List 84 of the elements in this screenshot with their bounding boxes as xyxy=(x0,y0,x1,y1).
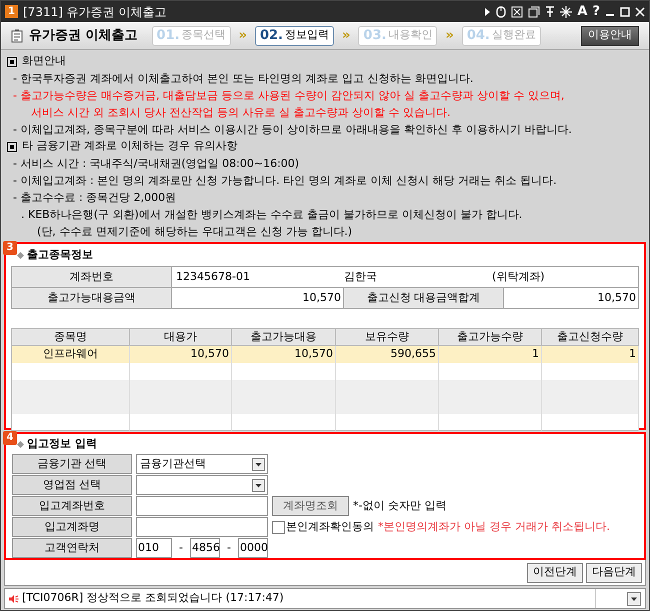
field-label: 입고계좌명 xyxy=(12,517,132,537)
next-step-button[interactable]: 다음단계 xyxy=(586,562,642,582)
field-label: 고객연락처 xyxy=(12,538,132,558)
column-header: 출고신청수량 xyxy=(542,329,639,346)
input-hint: *-없이 숫자만 입력 xyxy=(353,498,446,514)
section-title: 입고정보 입력 xyxy=(27,436,97,452)
caret-icon xyxy=(252,478,265,492)
field-label: 입고계좌번호 xyxy=(12,496,132,516)
field-label: 영업점 선택 xyxy=(12,475,132,495)
table-cell: 10,570 xyxy=(130,346,232,363)
section-number-badge: 3 xyxy=(3,241,17,255)
notice-line: - 이체입고계좌 : 본인 명의 계좌로만 신청 가능합니다. 타인 명의 계좌로 이체 신청시 해당 거래는 취소 됩니다. xyxy=(12,173,558,189)
warning-text: *본인명의계좌가 아닐 경우 거래가 취소됩니다. xyxy=(378,518,610,535)
phone-field[interactable]: 4856 xyxy=(190,538,220,558)
column-header: 출고가능수량 xyxy=(439,329,542,346)
table-cell: 10,570 xyxy=(172,288,344,309)
step-separator: » xyxy=(341,26,352,45)
table-cell: 10,570 xyxy=(504,288,639,309)
window-title: [7311] 유가증권 이체출고 xyxy=(23,4,167,20)
close-icon[interactable] xyxy=(635,6,645,16)
table-cell: 10,570 xyxy=(232,346,336,363)
bullet-icon xyxy=(7,56,17,66)
account-name-field[interactable] xyxy=(136,517,268,537)
consent-label: 본인계좌확인동의 xyxy=(286,518,374,535)
speaker-icon xyxy=(9,594,19,604)
column-header: 종목명 xyxy=(12,329,130,346)
table-cell: 1 xyxy=(439,346,542,363)
section-number-badge: 4 xyxy=(3,431,17,445)
screen-title: 유가증권 이체출고 xyxy=(29,26,138,45)
caret-icon xyxy=(252,458,265,470)
diamond-icon xyxy=(17,252,24,258)
notice-line: - 출고가능수량은 매수증거금, 대출담보금 등으로 사용된 수량이 감안되지 않아 실 출고수량과 상이할 수 있으며, xyxy=(12,88,566,104)
account-type: (위탁계좌) xyxy=(492,269,546,285)
notice-line: . KEB하나은행(구 외환)에서 개설한 뱅키스계좌는 수수료 출금이 불가하므로 이체신청이 불가 합니다. xyxy=(20,207,524,223)
account-name-lookup-button[interactable]: 계좌명조회 xyxy=(272,496,349,516)
help-button[interactable]: 이용안내 xyxy=(581,26,639,46)
mouse-icon[interactable] xyxy=(496,6,506,18)
notice-line: - 한국투자증권 계좌에서 이체출고하여 본인 또는 타인명의 계좌로 입고 신청하는 화면입니다. xyxy=(12,71,474,87)
phone-separator: - xyxy=(226,540,232,556)
notice-heading: 화면안내 xyxy=(22,53,66,70)
step-tab[interactable]: 02.정보입력 xyxy=(254,26,334,46)
window-badge: 1 xyxy=(5,5,18,18)
notice-line: - 출고수수료 : 종목건당 2,000원 xyxy=(12,190,178,206)
step-separator: » xyxy=(444,26,455,45)
notice-line: 서비스 시간 외 조회시 당사 전산작업 등의 사유로 실 출고수량과 상이할 수 있습니다. xyxy=(30,105,452,121)
column-header: 출고가능대용 xyxy=(232,329,336,346)
pin-icon[interactable] xyxy=(545,6,556,18)
notice-line: - 이체입고계좌, 종목구분에 따라 서비스 이용시간 등이 상이하므로 아래내용을 확인하신 후 이용하시기 바랍니다. xyxy=(12,122,573,138)
asterisk-icon[interactable] xyxy=(560,6,572,18)
maximize-icon[interactable] xyxy=(620,6,630,16)
table-cell: 1 xyxy=(542,346,639,363)
account-number-field[interactable] xyxy=(136,496,268,516)
status-message: [TCI0706R] 정상적으로 조회되었습니다 (17:17:47) xyxy=(22,590,284,606)
account-holder: 김한국 xyxy=(344,269,378,285)
account-number: 12345678-01 xyxy=(176,269,251,285)
windows-icon[interactable] xyxy=(528,6,540,18)
table-header-cell: 출고가능대용금액 xyxy=(12,288,172,309)
notice-line: (단, 수수료 면제기준에 해당하는 우대고객은 신청 가능 합니다.) xyxy=(36,224,354,240)
document-icon xyxy=(11,28,23,42)
phone-field[interactable]: 010 xyxy=(136,538,172,558)
column-header: 대용가 xyxy=(130,329,232,346)
table-header-cell: 출고신청 대용금액합계 xyxy=(344,288,504,309)
play-icon[interactable] xyxy=(485,8,492,16)
table-cell: 590,655 xyxy=(336,346,439,363)
phone-field[interactable]: 0000 xyxy=(238,538,268,558)
step-separator: » xyxy=(238,26,248,45)
bullet-icon xyxy=(7,142,17,152)
toolbar-glyph[interactable]: ? xyxy=(592,2,600,22)
consent-checkbox[interactable] xyxy=(272,520,285,534)
notice-line: - 서비스 시간 : 국내주식/국내채권(영업일 08:00~16:00) xyxy=(12,156,300,172)
toolbar-glyph[interactable]: A xyxy=(577,2,588,22)
notice-heading: 타 금융기관 계좌로 이체하는 경우 유의사항 xyxy=(22,138,238,154)
box-x-icon[interactable] xyxy=(511,6,524,18)
previous-step-button[interactable]: 이전단계 xyxy=(527,562,583,582)
section-title: 출고종목정보 xyxy=(27,246,93,263)
column-header: 보유수량 xyxy=(336,329,439,346)
diamond-icon xyxy=(17,440,24,448)
table-header-cell: 계좌번호 xyxy=(12,267,172,288)
table-cell: 인프라웨어 xyxy=(12,346,130,363)
dropdown[interactable] xyxy=(136,475,268,495)
dropdown-caret-icon[interactable] xyxy=(627,592,641,606)
phone-separator: - xyxy=(178,540,184,556)
dropdown[interactable]: 금융기관선택 xyxy=(136,454,268,474)
field-label: 금융기관 선택 xyxy=(12,454,132,474)
